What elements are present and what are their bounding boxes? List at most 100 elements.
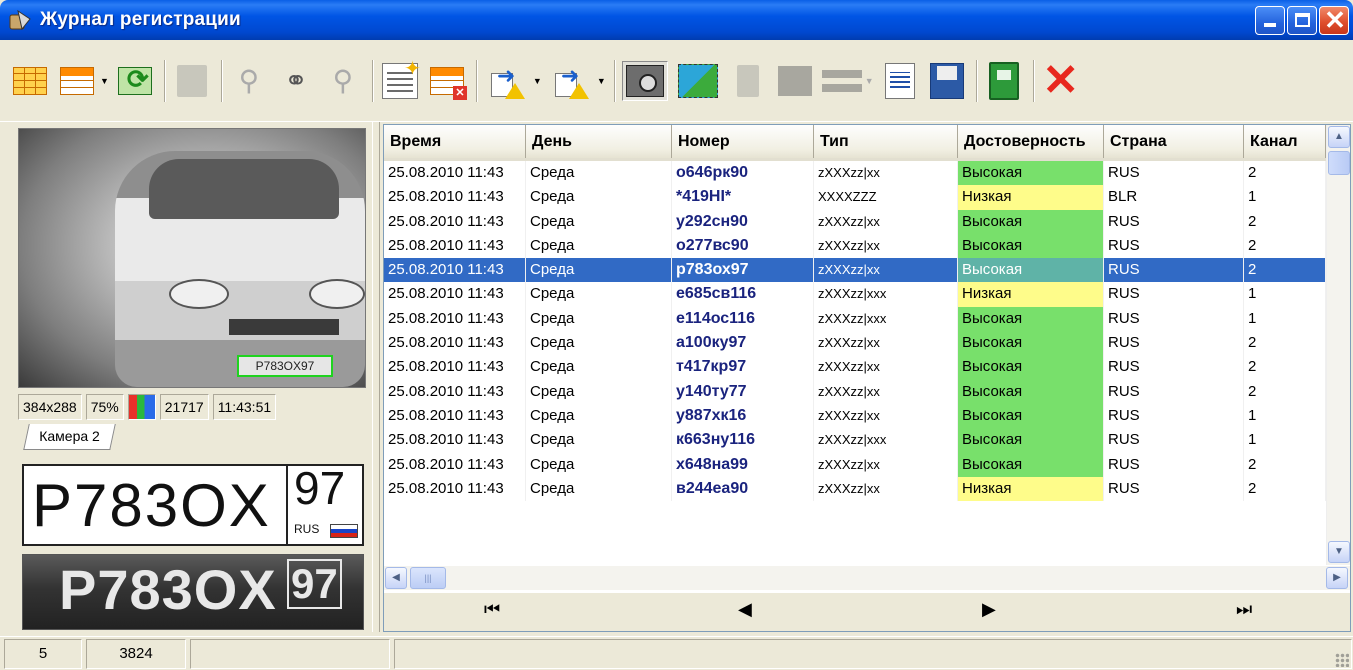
table-row[interactable]: 25.08.2010 11:43 Среда т417кр97 zXXXzz|xx Вы…: [384, 355, 1326, 380]
table-row[interactable]: 25.08.2010 11:43 Среда о646рк90 zXXXzz|xx Вы…: [384, 161, 1326, 186]
flag-icon: [176, 64, 207, 97]
export-button[interactable]: ➜: [484, 61, 530, 101]
cell-channel: 2: [1244, 476, 1326, 502]
header-col-country[interactable]: Страна: [1104, 125, 1244, 158]
header-col-day[interactable]: День: [526, 125, 672, 158]
chevron-down-icon[interactable]: ▼: [100, 76, 109, 86]
maximize-button[interactable]: [1287, 6, 1317, 35]
cell-number: е685св116: [672, 282, 814, 307]
cell-time: 25.08.2010 11:43: [384, 403, 526, 429]
tab-camera-2[interactable]: Камера 2: [23, 424, 116, 450]
cell-number: о277вс90: [672, 233, 814, 259]
table-row[interactable]: 25.08.2010 11:43 Среда у887хк16 zXXXzz|xx Вы…: [384, 403, 1326, 429]
lines-button[interactable]: [821, 61, 862, 101]
flag-button[interactable]: [172, 61, 212, 101]
table-row[interactable]: 25.08.2010 11:43 Среда е114ос116 zXXXzz|xxx…: [384, 306, 1326, 332]
table-row[interactable]: 25.08.2010 11:43 Среда в244еа90 zXXXzz|xx Ни…: [384, 476, 1326, 502]
chevron-down-icon[interactable]: ▼: [533, 76, 542, 86]
import-icon: ➜: [551, 63, 591, 99]
cell-day: Среда: [526, 282, 672, 307]
table-row[interactable]: 25.08.2010 11:43 Среда р783ох97 zXXXzz|xx Вы…: [384, 258, 1326, 283]
cell-time: 25.08.2010 11:43: [384, 258, 526, 283]
window-title: Журнал регистрации: [40, 9, 241, 30]
save-button[interactable]: [927, 61, 967, 101]
header-col-number[interactable]: Номер: [672, 125, 814, 158]
cell-number: в244еа90: [672, 476, 814, 502]
table-row[interactable]: 25.08.2010 11:43 Среда у292сн90 zXXXzz|xx Вы…: [384, 209, 1326, 234]
scroll-thumb[interactable]: [1328, 151, 1350, 175]
book-button[interactable]: [984, 61, 1024, 101]
find-button[interactable]: ⚭: [276, 61, 316, 101]
document-button[interactable]: [880, 61, 920, 101]
import-button[interactable]: ➜: [548, 61, 594, 101]
toolbar-separator: [163, 59, 166, 102]
minimize-button[interactable]: [1255, 6, 1285, 35]
close-button[interactable]: ✕: [1319, 5, 1349, 35]
resize-grip-icon[interactable]: [1335, 653, 1349, 667]
status-bar: 5 3824: [0, 636, 1353, 670]
plate-country: RUS: [294, 522, 320, 536]
camera-toggle[interactable]: [621, 60, 668, 101]
cell-type: zXXXzz|xx: [814, 452, 958, 477]
header-col-type[interactable]: Тип: [814, 125, 958, 158]
sheet-icon: [736, 64, 759, 97]
table-row[interactable]: 25.08.2010 11:43 Среда х648на99 zXXXzz|xx Вы…: [384, 452, 1326, 477]
cell-country: RUS: [1104, 282, 1244, 307]
cell-channel: 2: [1244, 161, 1326, 186]
cell-confidence: Высокая: [958, 161, 1104, 186]
header-col-time[interactable]: Время: [384, 125, 526, 158]
cell-type: zXXXzz|xx: [814, 355, 958, 380]
next-record-icon[interactable]: ▶: [982, 599, 996, 620]
scroll-up-icon[interactable]: ▲: [1328, 126, 1350, 148]
find-prev-button[interactable]: ⚲: [229, 61, 269, 101]
cell-country: RUS: [1104, 331, 1244, 356]
horizontal-scrollbar[interactable]: ◀ ||| ▶: [384, 566, 1350, 590]
vertical-scrollbar[interactable]: ▲ ▼: [1326, 125, 1350, 565]
first-record-icon[interactable]: ⏮: [484, 599, 500, 620]
scroll-right-icon[interactable]: ▶: [1326, 567, 1348, 589]
table-row[interactable]: 25.08.2010 11:43 Среда *419HI* XXXXZZZ Низка…: [384, 185, 1326, 210]
cell-day: Среда: [526, 209, 672, 234]
scroll-left-icon[interactable]: ◀: [385, 567, 407, 589]
cell-channel: 2: [1244, 331, 1326, 356]
camera-icon: [625, 64, 664, 97]
table-columns-button[interactable]: [57, 61, 97, 101]
delete-button[interactable]: ✕: [1041, 58, 1081, 102]
title-bar[interactable]: Журнал регистрации ✕: [0, 0, 1353, 40]
refresh-table-icon: [117, 64, 152, 95]
header-col-channel[interactable]: Канал: [1244, 125, 1326, 158]
cell-country: RUS: [1104, 233, 1244, 259]
table-row[interactable]: 25.08.2010 11:43 Среда о277вс90 zXXXzz|xx Вы…: [384, 233, 1326, 259]
chevron-down-icon[interactable]: ▼: [597, 76, 606, 86]
refresh-button[interactable]: [115, 61, 155, 101]
photo-add-button[interactable]: [675, 61, 721, 101]
last-record-icon[interactable]: ⏭: [1236, 599, 1252, 620]
cell-channel: 2: [1244, 209, 1326, 234]
cell-confidence: Высокая: [958, 209, 1104, 234]
header-col-confidence[interactable]: Достоверность: [958, 125, 1104, 158]
sheet-button[interactable]: [728, 61, 768, 101]
rect-icon: [777, 65, 812, 96]
find-next-button[interactable]: ⚲: [323, 61, 363, 101]
hscroll-thumb[interactable]: |||: [410, 567, 446, 589]
chevron-down-icon[interactable]: ▼: [865, 76, 874, 86]
cell-number: а100ку97: [672, 331, 814, 356]
rect-button[interactable]: [775, 61, 815, 101]
toolbar-separator: [371, 59, 374, 102]
table-wand-button[interactable]: [380, 56, 421, 101]
prev-record-icon[interactable]: ◀: [738, 599, 752, 620]
table-row[interactable]: 25.08.2010 11:43 Среда к663ну116 zXXXzz|xxx…: [384, 428, 1326, 453]
scroll-down-icon[interactable]: ▼: [1328, 541, 1350, 563]
table-row[interactable]: 25.08.2010 11:43 Среда у140ту77 zXXXzz|xx Вы…: [384, 379, 1326, 404]
cell-confidence: Высокая: [958, 233, 1104, 259]
table-delete-button[interactable]: ✕: [427, 61, 467, 101]
table-row[interactable]: 25.08.2010 11:43 Среда е685св116 zXXXzz|xxx…: [384, 282, 1326, 307]
cell-day: Среда: [526, 185, 672, 210]
table-row[interactable]: 25.08.2010 11:43 Среда а100ку97 zXXXzz|xx Вы…: [384, 331, 1326, 356]
table-button[interactable]: [10, 61, 50, 101]
maximize-icon: [1295, 13, 1310, 27]
panel-splitter[interactable]: [372, 122, 380, 632]
cell-channel: 1: [1244, 306, 1326, 332]
cell-country: RUS: [1104, 403, 1244, 429]
cell-type: zXXXzz|xxx: [814, 306, 958, 332]
